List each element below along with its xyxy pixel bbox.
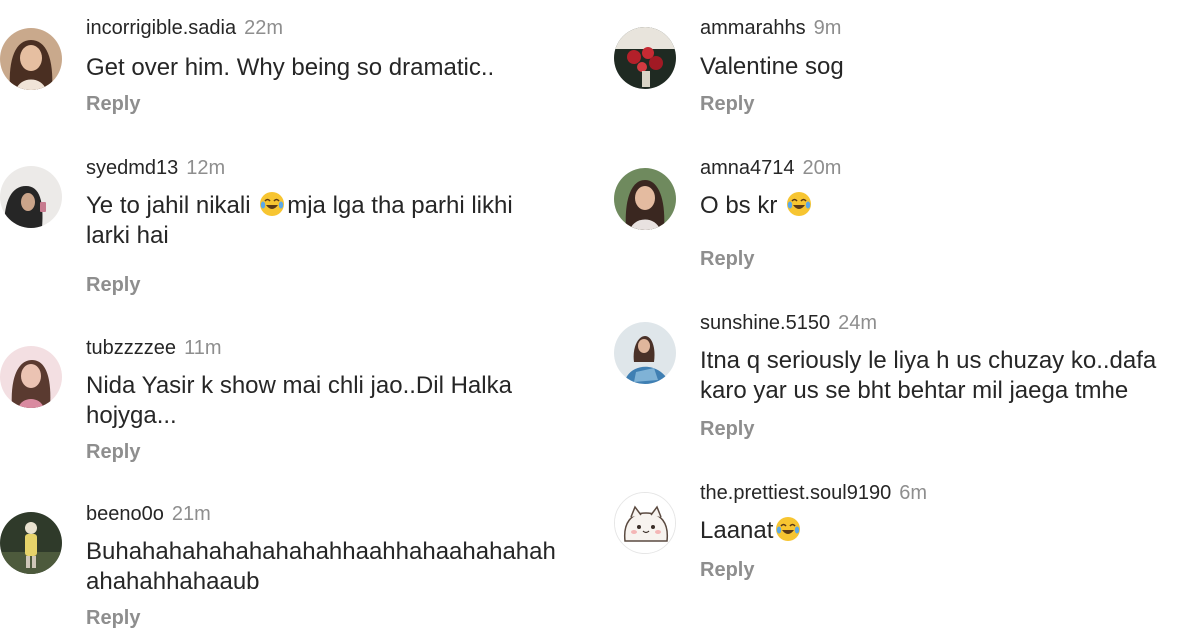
comment-text: Get over him. Why being so dramatic.. [86,53,566,83]
woman-long-hair-avatar [0,28,62,90]
username[interactable]: sunshine.5150 [700,312,830,334]
comment-header: syedmd13 12m [86,156,566,180]
comment-body: incorrigible.sadia 22m Get over him. Why … [86,16,566,115]
woman-pink-avatar [0,346,62,408]
comment-header: incorrigible.sadia 22m [86,16,566,40]
reply-button[interactable]: Reply [700,417,754,441]
timestamp: 9m [813,17,842,39]
comment-text-part: Ye to jahil nikali [86,192,258,219]
woman-blue-dress-avatar [614,322,676,384]
comment-text: Valentine sog [700,52,1180,82]
comment-body: syedmd13 12m Ye to jahil nikali mja lga t… [86,156,566,296]
avatar[interactable] [614,168,676,230]
avatar[interactable] [614,322,676,384]
username[interactable]: incorrigible.sadia [86,17,236,39]
username[interactable]: syedmd13 [86,157,178,179]
reply-button[interactable]: Reply [86,606,140,630]
comment-body: sunshine.5150 24m Itna q seriously le liy… [700,311,1180,440]
avatar[interactable] [614,27,676,89]
woman-dark-hair-avatar [0,166,62,228]
comment-header: sunshine.5150 24m [700,311,1180,335]
comment-text: O bs kr [700,191,1180,221]
reply-button[interactable]: Reply [700,558,754,582]
face-with-tears-of-joy-emoji [260,192,285,216]
comment-header: tubzzzzee 11m [86,336,566,360]
cartoon-cat-avatar [615,493,675,553]
timestamp: 6m [899,482,928,504]
avatar[interactable] [0,28,62,90]
username[interactable]: beeno0o [86,503,164,525]
timestamp: 22m [244,17,283,39]
comment-body: beeno0o 21m Buhahahahahahahahahhaahhahaah… [86,502,566,629]
timestamp: 11m [184,337,222,359]
reply-button[interactable]: Reply [86,273,140,297]
timestamp: 20m [802,157,842,179]
timestamp: 21m [171,503,211,525]
comment-text: Ye to jahil nikali mja lga tha parhi lik… [86,191,556,251]
face-with-tears-of-joy-emoji [787,192,812,216]
comment-text-part: Get over him. Why being so dramatic.. [86,54,495,81]
reply-button[interactable]: Reply [700,247,754,271]
username[interactable]: tubzzzzee [86,337,176,359]
roses-avatar [614,27,676,89]
comment-body: amna4714 20m O bs kr Reply [700,156,1180,270]
username[interactable]: ammarahhs [700,17,806,39]
comment-body: the.prettiest.soul9190 6m Laanat Reply [700,481,1180,581]
comment-body: tubzzzzee 11m Nida Yasir k show mai chli … [86,336,566,463]
comment-text-part: Valentine sog [700,53,844,80]
comment-body: ammarahhs 9m Valentine sog Reply [700,16,1180,115]
timestamp: 12m [186,157,226,179]
username[interactable]: the.prettiest.soul9190 [700,482,891,504]
comment-text: Nida Yasir k show mai chli jao..Dil Halk… [86,371,526,431]
comment-header: amna4714 20m [700,156,1180,180]
comment-header: beeno0o 21m [86,502,566,526]
avatar[interactable] [0,512,62,574]
avatar[interactable] [0,166,62,228]
face-with-tears-of-joy-emoji [776,517,801,541]
woman-portrait-avatar [614,168,676,230]
person-outdoors-avatar [0,512,62,574]
comment-text: Laanat [700,516,1180,546]
reply-button[interactable]: Reply [86,440,140,464]
comment-text-part: Itna q seriously le liya h us chuzay ko.… [700,347,1157,404]
avatar[interactable] [0,346,62,408]
comment-text-part: Buhahahahahahahahahhaahhahaahahahah ahah… [86,538,556,595]
comment-header: the.prettiest.soul9190 6m [700,481,1180,505]
comment-text: Itna q seriously le liya h us chuzay ko.… [700,346,1190,406]
username[interactable]: amna4714 [700,157,795,179]
avatar[interactable] [614,492,676,554]
reply-button[interactable]: Reply [86,92,140,116]
comment-text: Buhahahahahahahahahhaahhahaahahahah ahah… [86,537,566,597]
comment-text-part: Laanat [700,517,774,544]
timestamp: 24m [838,312,878,334]
reply-button[interactable]: Reply [700,92,754,116]
comment-text-part: O bs kr [700,192,785,219]
comment-text-part: Nida Yasir k show mai chli jao..Dil Halk… [86,372,512,429]
comment-header: ammarahhs 9m [700,16,1180,40]
